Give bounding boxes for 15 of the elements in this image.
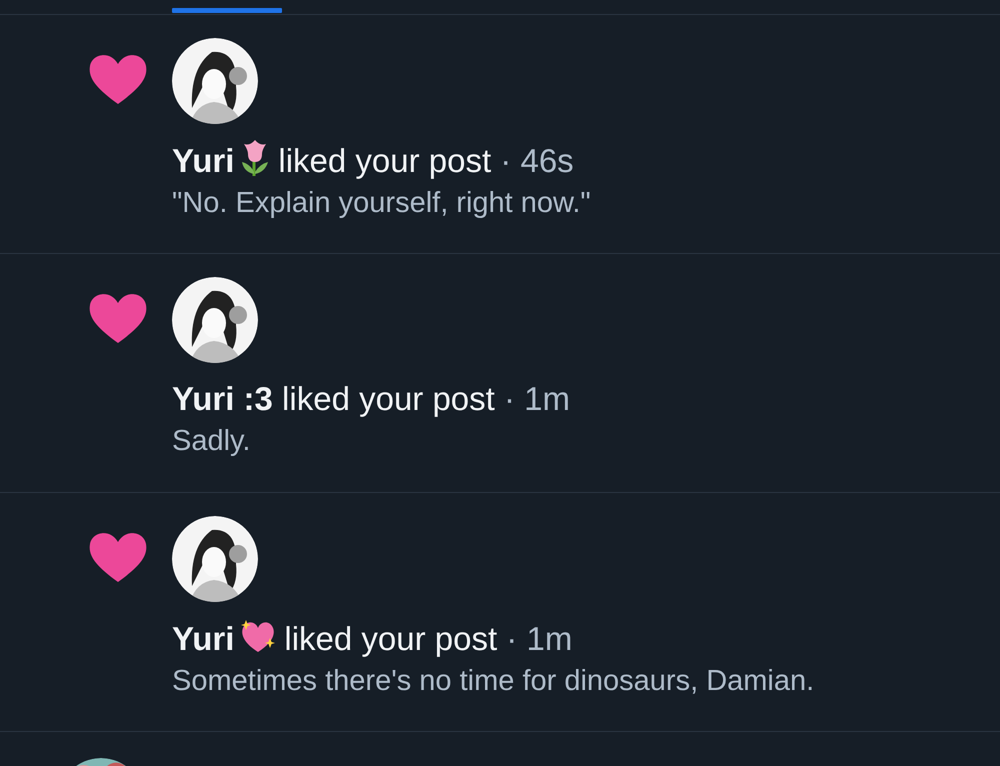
post-excerpt[interactable]: Sadly. xyxy=(172,421,570,461)
heart-icon xyxy=(88,530,148,584)
heart-icon xyxy=(88,291,148,345)
action-text: liked your post xyxy=(278,142,492,179)
heart-icon xyxy=(88,52,148,106)
author-name[interactable]: Yuri :3 xyxy=(172,380,273,417)
timestamp: · 1m xyxy=(505,620,572,657)
post-excerpt[interactable]: Sometimes there's no time for dinosaurs, Damian. xyxy=(172,661,814,701)
author-name[interactable]: Yuri xyxy=(172,142,234,179)
action-text: liked your post xyxy=(284,620,498,657)
action-text: liked your post xyxy=(282,380,495,417)
post-excerpt[interactable]: "No. Explain yourself, right now." xyxy=(172,183,591,223)
timestamp: · 1m xyxy=(502,380,570,417)
author-name[interactable]: Yuri xyxy=(172,620,234,657)
timestamp: · 46s xyxy=(499,142,574,179)
